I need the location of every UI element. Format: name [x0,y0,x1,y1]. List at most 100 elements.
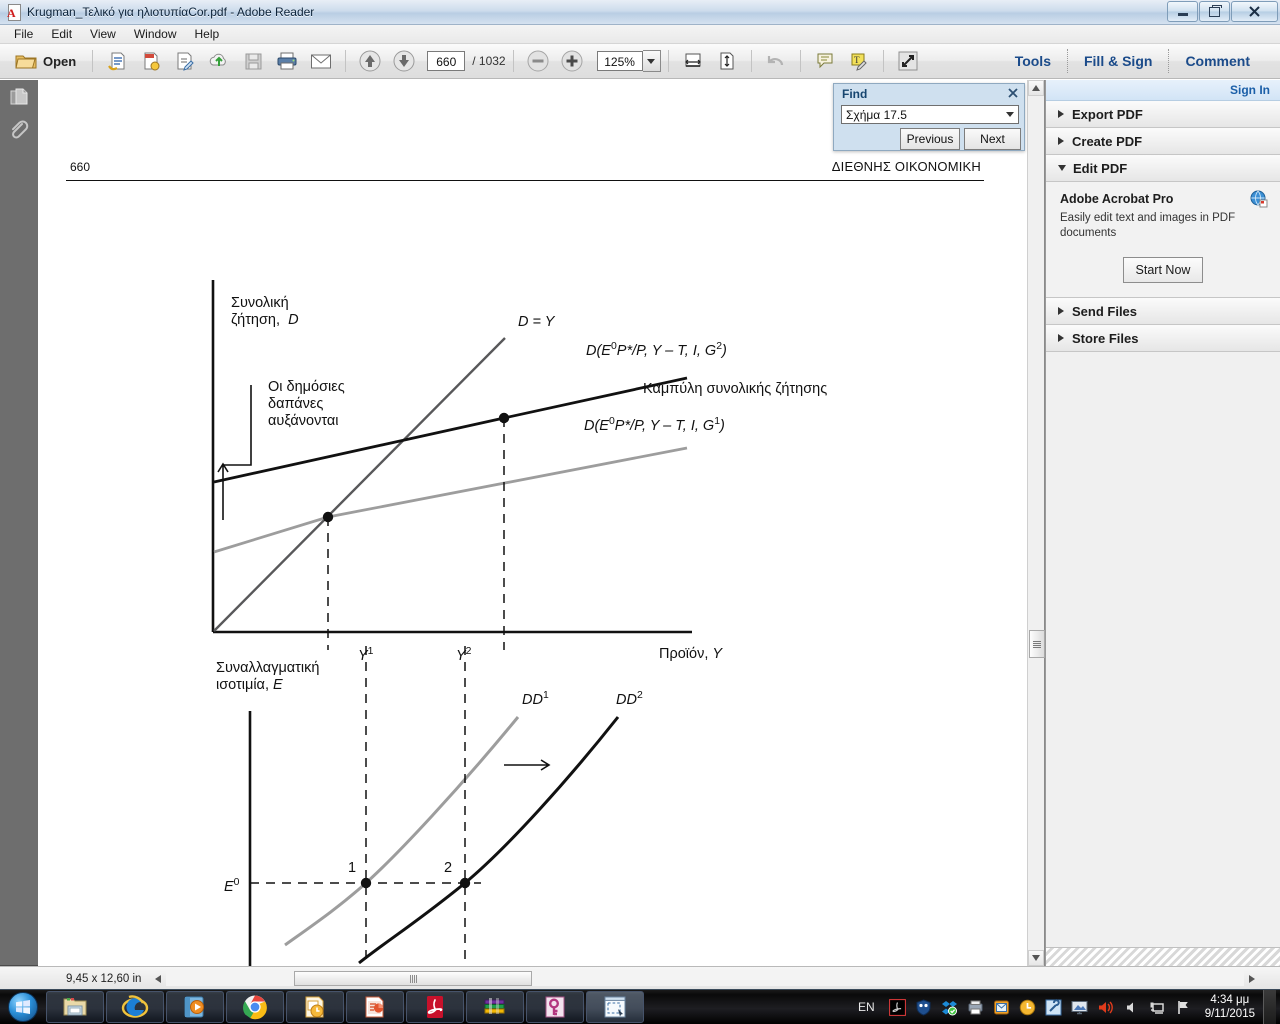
attachments-button[interactable] [0,114,38,148]
tools-tray-icon[interactable] [1044,997,1064,1017]
taskbar-internet-explorer[interactable] [106,991,164,1023]
previous-page-button[interactable] [353,47,387,75]
restore-button[interactable] [1199,1,1230,22]
zoom-in-button[interactable] [555,47,589,75]
print-icon [277,52,297,70]
highlight-text-button[interactable]: T [842,47,876,75]
clock-date: 9/11/2015 [1204,1008,1255,1020]
page-thumbnails-button[interactable] [0,80,38,114]
scroll-up-button[interactable] [1028,80,1044,96]
hscroll-track[interactable] [166,971,1244,986]
zoom-level-input[interactable]: 125% [596,51,643,71]
undo-button[interactable] [759,47,793,75]
print-button[interactable] [270,47,304,75]
zoom-dropdown-button[interactable] [642,50,661,72]
sign-in-link[interactable]: Sign In [1230,83,1270,97]
panel-section-label: Send Files [1072,303,1138,319]
panel-section-edit-pdf[interactable]: Edit PDF [1046,155,1280,182]
taskbar-microsoft-powerpoint[interactable] [346,991,404,1023]
chevron-down-icon [1058,165,1066,171]
menu-item-window[interactable]: Window [125,26,186,42]
taskbar-google-chrome[interactable] [226,991,284,1023]
panel-section-label: Create PDF [1072,133,1143,149]
find-previous-button[interactable]: Previous [900,128,960,150]
save-button[interactable] [236,47,270,75]
action-center-flag-icon[interactable] [1174,997,1194,1017]
fit-page-button[interactable] [710,47,744,75]
outlook-tray-icon[interactable] [1018,997,1038,1017]
start-button[interactable] [0,991,46,1023]
window-controls [1166,1,1278,22]
taskbar-microsoft-outlook[interactable] [286,991,344,1023]
graphics-driver-tray-icon[interactable] [1070,997,1090,1017]
scroll-down-button[interactable] [1028,950,1044,966]
zoom-out-button[interactable] [521,47,555,75]
taskbar-keygen[interactable] [526,991,584,1023]
next-page-button[interactable] [387,47,421,75]
read-mode-button[interactable] [891,47,925,75]
comment-pane-button[interactable]: Comment [1169,53,1266,69]
dropbox-tray-icon[interactable] [940,997,960,1017]
panel-section-create-pdf[interactable]: Create PDF [1046,128,1280,155]
document-horizontal-scrollbar[interactable] [150,970,1260,987]
speakers-tray-icon[interactable] [1122,997,1142,1017]
messaging-tray-icon[interactable] [992,997,1012,1017]
minimize-button[interactable] [1167,1,1198,22]
adobe-updater-tray-icon[interactable] [888,997,908,1017]
close-icon [1249,6,1260,17]
edit-pdf-button[interactable] [168,47,202,75]
taskbar-file-explorer[interactable] [46,991,104,1023]
page-number-input[interactable]: 660 [427,51,466,71]
clock-time: 4:34 μμ [1210,994,1250,1006]
document-vertical-scrollbar[interactable] [1027,80,1045,966]
main-toolbar: Open 660 / 1032 125% T Tools Fill & Sign… [0,44,1280,79]
start-now-button[interactable]: Start Now [1123,257,1203,283]
create-pdf-button[interactable] [134,47,168,75]
scrollbar-thumb[interactable] [1029,630,1045,658]
menu-item-help[interactable]: Help [186,26,229,42]
find-next-button[interactable]: Next [964,128,1021,150]
find-close-button[interactable] [1008,87,1018,101]
taskbar-adobe-reader[interactable] [406,991,464,1023]
winrar-icon [484,998,505,1014]
page-total-label: / 1032 [472,54,506,68]
attachments-icon [12,120,29,139]
network-tray-icon[interactable] [1148,997,1168,1017]
chevron-down-icon[interactable] [1006,112,1014,117]
menu-item-edit[interactable]: Edit [42,26,81,42]
open-button[interactable]: Open [8,47,85,75]
find-toolbar: Find Σχήμα 17.5 Previous Next [833,83,1025,151]
panel-section-send-files[interactable]: Send Files [1046,298,1280,325]
antivirus-shield-tray-icon[interactable] [914,997,934,1017]
save-a-copy-button[interactable] [100,47,134,75]
undo-icon [767,56,783,66]
fill-and-sign-pane-button[interactable]: Fill & Sign [1068,53,1168,69]
taskbar-winrar[interactable] [466,991,524,1023]
scroll-right-button[interactable] [1244,971,1260,987]
menu-item-file[interactable]: File [5,26,42,42]
pdf-page: 660 ΔΙΕΘΝΗΣ ΟΙΚΟΝΟΜΙΚΗ Συνολική ζήτηση, … [38,80,1044,966]
volume-tray-icon[interactable] [1096,997,1116,1017]
printer-tray-icon[interactable] [966,997,986,1017]
fit-width-button[interactable] [676,47,710,75]
show-desktop-button[interactable] [1263,990,1276,1024]
panel-section-store-files[interactable]: Store Files [1046,325,1280,352]
sticky-note-button[interactable] [808,47,842,75]
panel-section-export-pdf[interactable]: Export PDF [1046,101,1280,128]
email-button[interactable] [304,47,338,75]
taskbar-windows-media-player[interactable] [166,991,224,1023]
find-input[interactable]: Σχήμα 17.5 [841,105,1019,124]
hscroll-thumb[interactable] [294,971,532,986]
chevron-down-icon [1032,955,1040,961]
document-viewport[interactable]: 660 ΔΙΕΘΝΗΣ ΟΙΚΟΝΟΜΙΚΗ Συνολική ζήτηση, … [38,80,1045,966]
language-indicator[interactable]: EN [858,1000,875,1014]
chevron-left-icon [155,974,161,983]
upload-cloud-button[interactable] [202,47,236,75]
taskbar-snipping-tool[interactable] [586,991,644,1023]
scroll-left-button[interactable] [150,971,166,987]
menu-item-view[interactable]: View [81,26,125,42]
tools-pane-button[interactable]: Tools [999,53,1067,69]
tools-task-pane: Sign In Export PDF Create PDF Edit PDF A… [1045,80,1280,966]
close-button[interactable] [1231,1,1278,22]
taskbar-clock[interactable]: 4:34 μμ 9/11/2015 [1205,993,1255,1021]
